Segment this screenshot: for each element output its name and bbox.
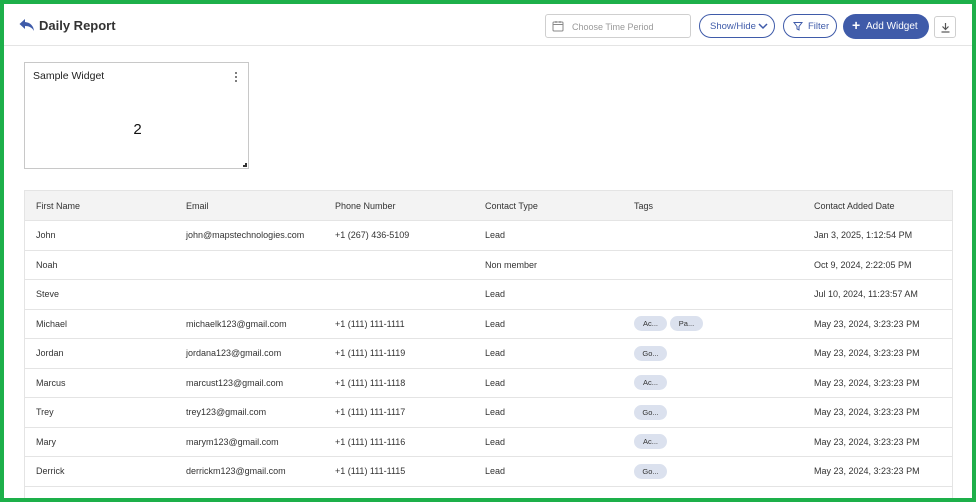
- first-name-cell: John: [36, 230, 56, 241]
- added-date-cell: May 23, 2024, 3:23:23 PM: [814, 377, 920, 388]
- contact-type-cell: Lead: [485, 407, 506, 418]
- first-name-cell: Marcus: [36, 377, 66, 388]
- added-date-cell: May 23, 2024, 3:23:23 PM: [814, 348, 920, 359]
- first-name-cell: Jordan: [36, 348, 64, 359]
- add-widget-button[interactable]: + Add Widget: [843, 14, 929, 39]
- table-row[interactable]: Jordan jordana123@gmail.com +1 (111) 111-1…: [25, 339, 952, 369]
- more-vertical-icon[interactable]: [235, 72, 238, 83]
- tag-chip[interactable]: Ac...: [634, 375, 667, 391]
- added-date-cell: May 23, 2024, 3:23:23 PM: [814, 466, 920, 477]
- email-cell: derrickm123@gmail.com: [186, 466, 286, 477]
- add-widget-label: Add Widget: [866, 21, 918, 32]
- table-row[interactable]: Marcus marcust123@gmail.com +1 (111) 111-1…: [25, 369, 952, 398]
- table-header-row: First Name Email Phone Number Contact Ty…: [25, 191, 952, 221]
- resize-handle-icon[interactable]: [243, 163, 247, 167]
- added-date-cell: Jul 10, 2024, 11:23:57 AM: [814, 289, 918, 300]
- tags-cell: Go...: [634, 339, 670, 368]
- first-name-cell: Mary: [36, 436, 56, 447]
- table-row[interactable]: Noah Non member Oct 9, 2024, 2:22:05 PM: [25, 251, 952, 280]
- first-name-cell: Trey: [36, 407, 54, 418]
- page-title: Daily Report: [39, 18, 116, 33]
- first-name-cell: Noah: [36, 259, 58, 270]
- time-period-input[interactable]: Choose Time Period: [545, 14, 691, 38]
- tag-chip[interactable]: Go...: [634, 345, 667, 361]
- added-date-cell: Jan 3, 2025, 1:12:54 PM: [814, 230, 913, 241]
- column-header-first-name[interactable]: First Name: [36, 191, 80, 220]
- email-cell: john@mapstechnologies.com: [186, 230, 305, 241]
- back-arrow-icon[interactable]: [18, 16, 36, 34]
- filter-label: Filter: [808, 21, 830, 32]
- email-cell: jordana123@gmail.com: [186, 348, 282, 359]
- phone-cell: +1 (111) 111-1118: [335, 377, 406, 388]
- table-body: John john@mapstechnologies.com +1 (267) 43…: [25, 221, 952, 487]
- table-row[interactable]: Steve Lead Jul 10, 2024, 11:23:57 AM: [25, 280, 952, 310]
- tag-chip[interactable]: Ac...: [634, 434, 667, 450]
- email-cell: trey123@gmail.com: [186, 407, 267, 418]
- column-header-tags[interactable]: Tags: [634, 191, 653, 220]
- filter-icon: [793, 21, 803, 31]
- first-name-cell: Michael: [36, 318, 68, 329]
- phone-cell: +1 (111) 111-1111: [335, 318, 405, 329]
- sample-widget[interactable]: Sample Widget 2: [24, 62, 249, 169]
- widget-value: 2: [133, 121, 142, 138]
- column-header-phone[interactable]: Phone Number: [335, 191, 396, 220]
- column-header-email[interactable]: Email: [186, 191, 209, 220]
- email-cell: marym123@gmail.com: [186, 436, 279, 447]
- filter-button[interactable]: Filter: [783, 14, 837, 38]
- email-cell: michaelk123@gmail.com: [186, 318, 287, 329]
- phone-cell: +1 (111) 111-1116: [335, 436, 406, 447]
- phone-cell: +1 (267) 436-5109: [335, 230, 410, 241]
- download-icon: [941, 23, 950, 33]
- top-bar: Daily Report Choose Time Period Show/Hid…: [4, 4, 972, 46]
- table-row[interactable]: John john@mapstechnologies.com +1 (267) 43…: [25, 221, 952, 251]
- column-header-added-date[interactable]: Contact Added Date: [814, 191, 895, 220]
- tags-cell: Ac... Pa...: [634, 310, 706, 339]
- show-hide-button[interactable]: Show/Hide: [699, 14, 775, 38]
- download-button[interactable]: [934, 16, 956, 38]
- contact-type-cell: Lead: [485, 436, 506, 447]
- added-date-cell: May 23, 2024, 3:23:23 PM: [814, 407, 920, 418]
- calendar-icon: [552, 20, 564, 32]
- phone-cell: +1 (111) 111-1117: [335, 407, 406, 418]
- tag-chip[interactable]: Pa...: [670, 316, 703, 332]
- first-name-cell: Steve: [36, 289, 60, 300]
- table-row[interactable]: Trey trey123@gmail.com +1 (111) 111-1117 Le…: [25, 398, 952, 428]
- table-row[interactable]: Derrick derrickm123@gmail.com +1 (111) 111…: [25, 457, 952, 487]
- email-cell: marcust123@gmail.com: [186, 377, 284, 388]
- contact-type-cell: Lead: [485, 466, 506, 477]
- chevron-down-icon: [758, 21, 768, 31]
- column-header-contact-type[interactable]: Contact Type: [485, 191, 538, 220]
- time-period-placeholder: Choose Time Period: [572, 22, 654, 32]
- added-date-cell: Oct 9, 2024, 2:22:05 PM: [814, 259, 912, 270]
- tags-cell: Go...: [634, 398, 670, 427]
- contact-type-cell: Lead: [485, 377, 506, 388]
- table-row[interactable]: Michael michaelk123@gmail.com +1 (111) 111…: [25, 310, 952, 339]
- added-date-cell: May 23, 2024, 3:23:23 PM: [814, 318, 920, 329]
- contact-type-cell: Lead: [485, 230, 506, 241]
- contact-type-cell: Lead: [485, 348, 506, 359]
- table-row[interactable]: Mary marym123@gmail.com +1 (111) 111-1116 L…: [25, 428, 952, 457]
- tag-chip[interactable]: Go...: [634, 463, 667, 479]
- contacts-table: First Name Email Phone Number Contact Ty…: [24, 190, 953, 502]
- tags-cell: Go...: [634, 457, 670, 486]
- contact-type-cell: Non member: [485, 259, 538, 270]
- widget-title: Sample Widget: [33, 70, 105, 82]
- first-name-cell: Derrick: [36, 466, 65, 477]
- phone-cell: +1 (111) 111-1119: [335, 348, 406, 359]
- contact-type-cell: Lead: [485, 318, 506, 329]
- added-date-cell: May 23, 2024, 3:23:23 PM: [814, 436, 920, 447]
- plus-icon: +: [852, 17, 861, 33]
- show-hide-label: Show/Hide: [710, 21, 756, 32]
- tag-chip[interactable]: Go...: [634, 404, 667, 420]
- phone-cell: +1 (111) 111-1115: [335, 466, 406, 477]
- tags-cell: Ac...: [634, 428, 670, 457]
- contact-type-cell: Lead: [485, 289, 506, 300]
- tag-chip[interactable]: Ac...: [634, 316, 667, 332]
- tags-cell: Ac...: [634, 369, 670, 398]
